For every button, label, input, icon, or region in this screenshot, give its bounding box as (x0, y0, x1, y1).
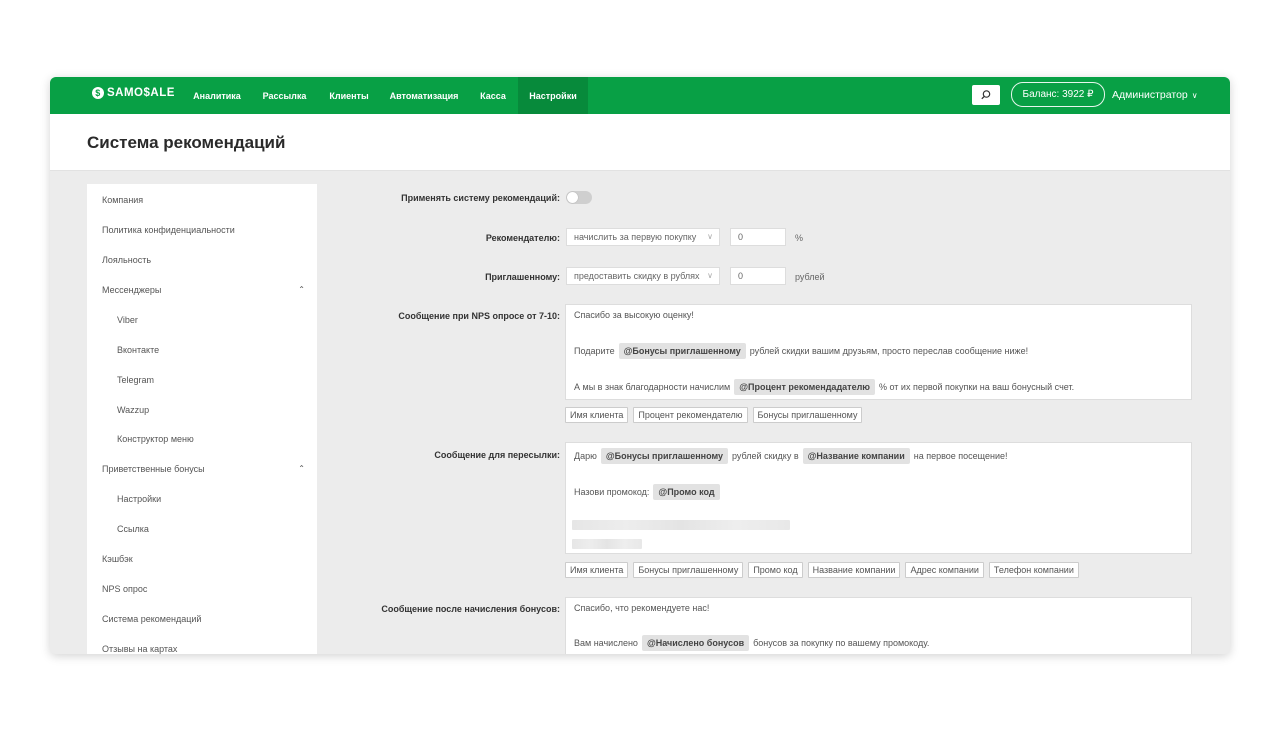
settings-sidebar: Компания Политика конфиденциальности Лоя… (87, 184, 317, 654)
sidebar-item-telegram[interactable]: Telegram (117, 375, 154, 385)
nps-variable-chips: Имя клиента Процент рекомендателю Бонусы… (565, 407, 867, 423)
chip-invited-bonus[interactable]: Бонусы приглашенному (633, 562, 744, 578)
referrer-select[interactable]: начислить за первую покупку ∨ (566, 228, 720, 246)
balance-button[interactable]: Баланс: 3922 ₽ (1011, 82, 1105, 107)
chevron-up-icon[interactable]: ⌃ (298, 464, 305, 473)
nav-automation[interactable]: Автоматизация (384, 77, 464, 114)
forward-variable-chips: Имя клиента Бонусы приглашенному Промо к… (565, 562, 1084, 578)
forward-line-1: Дарю @Бонусы приглашенному рублей скидку… (574, 448, 1007, 464)
sidebar-item-wazzup[interactable]: Wazzup (117, 405, 149, 415)
after-bonus-message-label: Сообщение после начисления бонусов: (381, 604, 560, 614)
sidebar-item-cashback[interactable]: Кэшбэк (102, 554, 133, 564)
chip-client-name[interactable]: Имя клиента (565, 562, 629, 578)
forward-line-1-text-c: на первое посещение! (913, 451, 1008, 461)
invited-select[interactable]: предоставить скидку в рублях ∨ (566, 267, 720, 285)
nps-line-2: Подарите @Бонусы приглашенному рублей ск… (574, 343, 1028, 359)
apply-toggle[interactable] (566, 191, 592, 204)
variable-tag[interactable]: @Промо код (653, 484, 720, 500)
top-navbar: $ SAMO$ALE Аналитика Рассылка Клиенты Ав… (50, 77, 1230, 114)
forward-message-label: Сообщение для пересылки: (434, 450, 560, 460)
sidebar-item-vkontakte[interactable]: Вконтакте (117, 345, 159, 355)
nps-line-2-text-a: Подарите (574, 346, 615, 356)
blurred-text (572, 539, 642, 549)
chip-referrer-percent[interactable]: Процент рекомендателю (633, 407, 748, 423)
toggle-knob (567, 192, 578, 203)
sidebar-item-messengers[interactable]: Мессенджеры (102, 285, 161, 295)
variable-tag[interactable]: @Процент рекомендадателю (734, 379, 875, 395)
after-bonus-line-1-text: Спасибо, что рекомендуете нас! (574, 603, 710, 613)
apply-label: Применять систему рекомендаций: (401, 193, 560, 203)
after-bonus-line-2-text-b: бонусов за покупку по вашему промокоду. (753, 638, 930, 648)
variable-tag[interactable]: @Бонусы приглашенному (618, 343, 746, 359)
nps-line-3: А мы в знак благодарности начислим @Проц… (574, 379, 1074, 395)
forward-line-2-text-a: Назови промокод: (574, 487, 650, 497)
variable-tag[interactable]: @Бонусы приглашенному (600, 448, 729, 464)
nav-cashbox[interactable]: Касса (472, 77, 514, 114)
forward-line-2: Назови промокод: @Промо код (574, 484, 724, 500)
invited-unit: рублей (795, 272, 825, 282)
nps-line-2-text-b: рублей скидки вашим друзьям, просто пере… (749, 346, 1029, 356)
user-menu[interactable]: Администратор ∨ (1112, 89, 1198, 101)
nps-message-editor[interactable]: Спасибо за высокую оценку! Подарите @Бон… (565, 304, 1192, 400)
sidebar-item-company[interactable]: Компания (102, 195, 143, 205)
logo-text: SAMO$ALE (107, 87, 175, 99)
sidebar-item-privacy-policy[interactable]: Политика конфиденциальности (102, 225, 235, 235)
user-name: Администратор (1112, 89, 1188, 101)
search-button[interactable] (972, 85, 1000, 105)
sidebar-item-welcome-bonuses[interactable]: Приветственные бонусы (102, 464, 205, 474)
logo-icon: $ (92, 87, 104, 99)
chip-client-name[interactable]: Имя клиента (565, 407, 629, 423)
after-bonus-line-2: Вам начислено @Начислено бонусов бонусов… (574, 635, 929, 651)
nav-settings[interactable]: Настройки (518, 77, 588, 114)
sidebar-item-nps[interactable]: NPS опрос (102, 584, 147, 594)
invited-select-value: предоставить скидку в рублях (574, 271, 700, 281)
referrer-value-input[interactable]: 0 (730, 228, 786, 246)
blurred-text (572, 520, 790, 530)
after-bonus-line-2-text-a: Вам начислено (574, 638, 638, 648)
forward-message-editor[interactable]: Дарю @Бонусы приглашенному рублей скидку… (565, 442, 1192, 554)
sidebar-item-menu-builder[interactable]: Конструктор меню (117, 434, 194, 444)
sidebar-item-link[interactable]: Ссылка (117, 524, 149, 534)
chevron-down-icon: ∨ (1191, 90, 1198, 100)
chip-promo-code[interactable]: Промо код (748, 562, 803, 578)
brand-logo[interactable]: $ SAMO$ALE (92, 87, 175, 99)
search-icon (981, 90, 991, 100)
nav-analytics[interactable]: Аналитика (186, 77, 248, 114)
variable-tag[interactable]: @Название компании (802, 448, 910, 464)
sidebar-item-bonus-settings[interactable]: Настройки (117, 494, 161, 504)
chevron-down-icon: ∨ (707, 271, 713, 280)
nav-clients[interactable]: Клиенты (322, 77, 376, 114)
referrer-unit: % (795, 233, 804, 243)
forward-line-1-text-a: Дарю (574, 451, 597, 461)
page-title: Система рекомендаций (87, 133, 286, 152)
referrer-label: Рекомендателю: (485, 233, 560, 243)
after-bonus-line-1: Спасибо, что рекомендуете нас! (574, 603, 709, 613)
nps-message-label: Сообщение при NPS опросе от 7-10: (398, 311, 560, 321)
sidebar-item-loyalty[interactable]: Лояльность (102, 255, 151, 265)
nps-line-1-text: Спасибо за высокую оценку! (574, 310, 694, 320)
invited-label: Приглашенному: (485, 272, 560, 282)
chip-company-name[interactable]: Название компании (807, 562, 901, 578)
referrer-select-value: начислить за первую покупку (574, 232, 697, 242)
sidebar-item-viber[interactable]: Viber (117, 315, 138, 325)
nps-line-3-text-b: % от их первой покупки на ваш бонусный с… (878, 382, 1075, 392)
sidebar-item-referral-system[interactable]: Система рекомендаций (102, 614, 201, 624)
nps-line-1: Спасибо за высокую оценку! (574, 310, 694, 320)
chevron-down-icon: ∨ (707, 232, 713, 241)
chip-company-address[interactable]: Адрес компании (905, 562, 984, 578)
sidebar-item-map-reviews[interactable]: Отзывы на картах (102, 644, 177, 654)
chevron-up-icon[interactable]: ⌃ (298, 285, 305, 294)
after-bonus-message-editor[interactable]: Спасибо, что рекомендуете нас! Вам начис… (565, 597, 1192, 654)
app-window: $ SAMO$ALE Аналитика Рассылка Клиенты Ав… (50, 77, 1230, 654)
invited-value-input[interactable]: 0 (730, 267, 786, 285)
nps-line-3-text-a: А мы в знак благодарности начислим (574, 382, 731, 392)
nav-mailing[interactable]: Рассылка (256, 77, 313, 114)
variable-tag[interactable]: @Начислено бонусов (641, 635, 750, 651)
forward-line-1-text-b: рублей скидку в (732, 451, 799, 461)
chip-invited-bonus[interactable]: Бонусы приглашенному (752, 407, 863, 423)
chip-company-phone[interactable]: Телефон компании (988, 562, 1079, 578)
